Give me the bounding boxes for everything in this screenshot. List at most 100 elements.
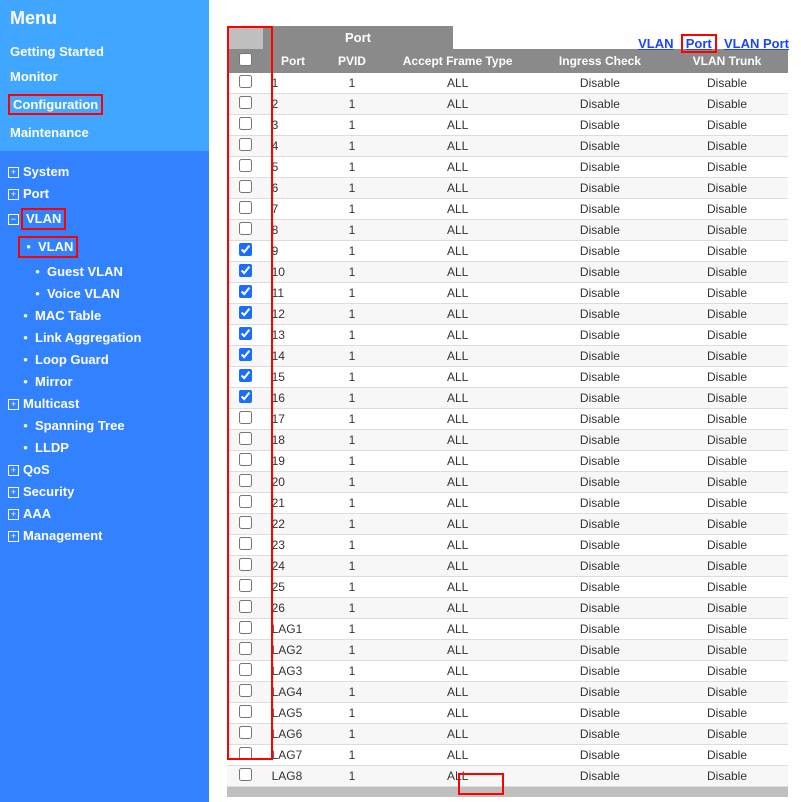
row-checkbox[interactable] bbox=[239, 96, 252, 109]
row-checkbox[interactable] bbox=[239, 180, 252, 193]
row-checkbox[interactable] bbox=[239, 684, 252, 697]
table-row[interactable]: 161ALLDisableDisable bbox=[227, 388, 788, 409]
bullet-icon: • bbox=[20, 440, 31, 456]
row-checkbox[interactable] bbox=[239, 306, 252, 319]
tree-system[interactable]: + System bbox=[6, 161, 203, 183]
table-row[interactable]: LAG11ALLDisableDisable bbox=[227, 619, 788, 640]
nav-maintenance[interactable]: Maintenance bbox=[0, 120, 209, 145]
table-row[interactable]: 211ALLDisableDisable bbox=[227, 493, 788, 514]
table-row[interactable]: 251ALLDisableDisable bbox=[227, 577, 788, 598]
row-checkbox[interactable] bbox=[239, 201, 252, 214]
nav-getting-started[interactable]: Getting Started bbox=[0, 39, 209, 64]
table-row[interactable]: LAG71ALLDisableDisable bbox=[227, 745, 788, 766]
subtab-vlan-port[interactable]: VLAN Port bbox=[724, 36, 789, 51]
row-checkbox[interactable] bbox=[239, 390, 252, 403]
table-row[interactable]: 71ALLDisableDisable bbox=[227, 199, 788, 220]
tree-lldp[interactable]: • LLDP bbox=[6, 437, 203, 459]
row-checkbox[interactable] bbox=[239, 705, 252, 718]
table-row[interactable]: LAG31ALLDisableDisable bbox=[227, 661, 788, 682]
table-row[interactable]: 101ALLDisableDisable bbox=[227, 262, 788, 283]
row-checkbox[interactable] bbox=[239, 117, 252, 130]
cell-accept-frame-type: ALL bbox=[381, 157, 533, 178]
table-row[interactable]: 91ALLDisableDisable bbox=[227, 241, 788, 262]
cell-ingress-check: Disable bbox=[534, 493, 666, 514]
row-checkbox[interactable] bbox=[239, 558, 252, 571]
tree-port[interactable]: + Port bbox=[6, 183, 203, 205]
row-checkbox[interactable] bbox=[239, 579, 252, 592]
table-row[interactable]: LAG61ALLDisableDisable bbox=[227, 724, 788, 745]
row-checkbox[interactable] bbox=[239, 621, 252, 634]
row-checkbox[interactable] bbox=[239, 138, 252, 151]
row-checkbox[interactable] bbox=[239, 285, 252, 298]
row-checkbox[interactable] bbox=[239, 600, 252, 613]
tree-voice-vlan[interactable]: • Voice VLAN bbox=[6, 283, 203, 305]
table-row[interactable]: 41ALLDisableDisable bbox=[227, 136, 788, 157]
row-checkbox[interactable] bbox=[239, 537, 252, 550]
table-row[interactable]: 121ALLDisableDisable bbox=[227, 304, 788, 325]
tree-management[interactable]: + Management bbox=[6, 525, 203, 547]
row-checkbox[interactable] bbox=[239, 159, 252, 172]
table-row[interactable]: 111ALLDisableDisable bbox=[227, 283, 788, 304]
table-row[interactable]: 261ALLDisableDisable bbox=[227, 598, 788, 619]
tree-mac-table[interactable]: • MAC Table bbox=[6, 305, 203, 327]
row-checkbox[interactable] bbox=[239, 642, 252, 655]
row-checkbox[interactable] bbox=[239, 369, 252, 382]
table-row[interactable]: 231ALLDisableDisable bbox=[227, 535, 788, 556]
select-all-checkbox[interactable] bbox=[239, 53, 252, 66]
table-row[interactable]: 171ALLDisableDisable bbox=[227, 409, 788, 430]
tree-link-aggregation[interactable]: • Link Aggregation bbox=[6, 327, 203, 349]
table-row[interactable]: 191ALLDisableDisable bbox=[227, 451, 788, 472]
row-checkbox[interactable] bbox=[239, 474, 252, 487]
tree-security[interactable]: + Security bbox=[6, 481, 203, 503]
cell-ingress-check: Disable bbox=[534, 115, 666, 136]
table-row[interactable]: 81ALLDisableDisable bbox=[227, 220, 788, 241]
table-row[interactable]: LAG41ALLDisableDisable bbox=[227, 682, 788, 703]
table-row[interactable]: 201ALLDisableDisable bbox=[227, 472, 788, 493]
tree-aaa[interactable]: + AAA bbox=[6, 503, 203, 525]
table-row[interactable]: 131ALLDisableDisable bbox=[227, 325, 788, 346]
row-checkbox[interactable] bbox=[239, 243, 252, 256]
row-checkbox[interactable] bbox=[239, 495, 252, 508]
table-row[interactable]: 61ALLDisableDisable bbox=[227, 178, 788, 199]
table-row[interactable]: 141ALLDisableDisable bbox=[227, 346, 788, 367]
row-checkbox[interactable] bbox=[239, 453, 252, 466]
row-checkbox[interactable] bbox=[239, 411, 252, 424]
row-checkbox[interactable] bbox=[239, 327, 252, 340]
table-row[interactable]: 221ALLDisableDisable bbox=[227, 514, 788, 535]
row-checkbox[interactable] bbox=[239, 663, 252, 676]
table-row[interactable]: 151ALLDisableDisable bbox=[227, 367, 788, 388]
tree-multicast[interactable]: + Multicast bbox=[6, 393, 203, 415]
tree-mirror[interactable]: • Mirror bbox=[6, 371, 203, 393]
table-row[interactable]: LAG51ALLDisableDisable bbox=[227, 703, 788, 724]
table-row[interactable]: 241ALLDisableDisable bbox=[227, 556, 788, 577]
row-checkbox[interactable] bbox=[239, 516, 252, 529]
table-row[interactable]: 11ALLDisableDisable bbox=[227, 73, 788, 94]
row-checkbox[interactable] bbox=[239, 747, 252, 760]
subtab-port[interactable]: Port bbox=[686, 36, 712, 51]
row-checkbox[interactable] bbox=[239, 726, 252, 739]
row-checkbox[interactable] bbox=[239, 75, 252, 88]
table-row[interactable]: 31ALLDisableDisable bbox=[227, 115, 788, 136]
tree-vlan-sub[interactable]: •VLAN bbox=[6, 233, 203, 261]
cell-vlan-trunk: Disable bbox=[666, 472, 788, 493]
table-row[interactable]: 181ALLDisableDisable bbox=[227, 430, 788, 451]
nav-monitor[interactable]: Monitor bbox=[0, 64, 209, 89]
tree-spanning-tree[interactable]: • Spanning Tree bbox=[6, 415, 203, 437]
table-row[interactable]: 21ALLDisableDisable bbox=[227, 94, 788, 115]
table-row[interactable]: 51ALLDisableDisable bbox=[227, 157, 788, 178]
cell-vlan-trunk: Disable bbox=[666, 94, 788, 115]
row-checkbox[interactable] bbox=[239, 348, 252, 361]
row-checkbox[interactable] bbox=[239, 222, 252, 235]
row-checkbox[interactable] bbox=[239, 264, 252, 277]
nav-configuration[interactable]: Configuration bbox=[0, 89, 209, 120]
cell-accept-frame-type: ALL bbox=[381, 304, 533, 325]
row-checkbox[interactable] bbox=[239, 768, 252, 781]
subtab-vlan[interactable]: VLAN bbox=[638, 36, 673, 51]
tree-loop-guard[interactable]: • Loop Guard bbox=[6, 349, 203, 371]
row-checkbox[interactable] bbox=[239, 432, 252, 445]
table-row[interactable]: LAG21ALLDisableDisable bbox=[227, 640, 788, 661]
tree-qos[interactable]: + QoS bbox=[6, 459, 203, 481]
tree-vlan[interactable]: − VLAN bbox=[6, 205, 203, 233]
tree-guest-vlan[interactable]: • Guest VLAN bbox=[6, 261, 203, 283]
table-row[interactable]: LAG81ALLDisableDisable bbox=[227, 766, 788, 787]
